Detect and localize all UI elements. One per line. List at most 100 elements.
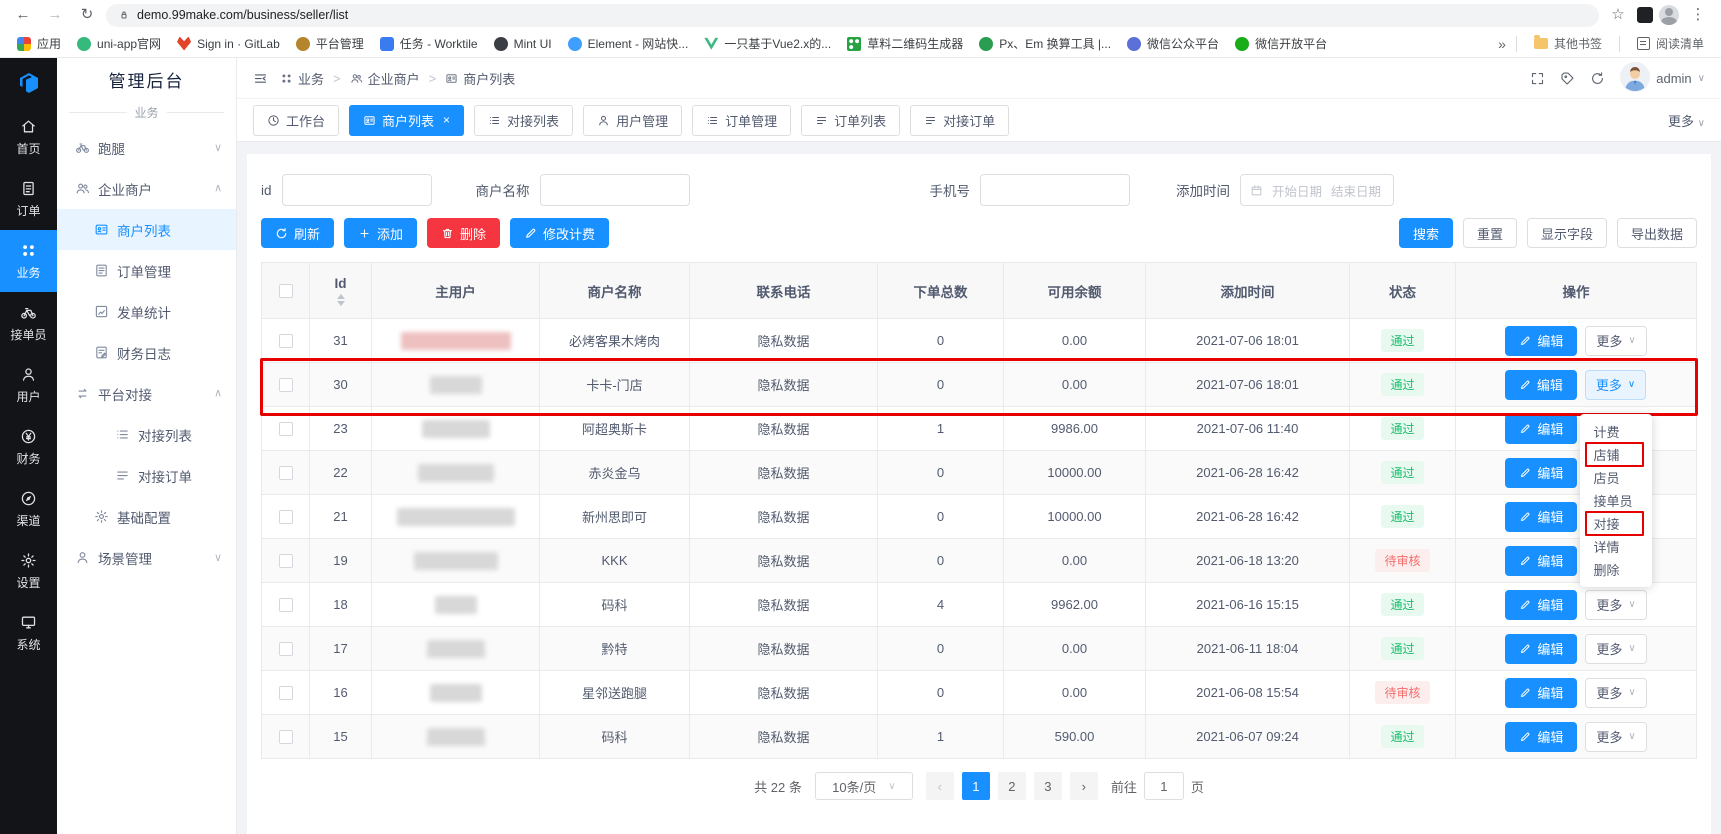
dropdown-item-courier[interactable]: 接单员 <box>1580 489 1652 512</box>
page-button-3[interactable]: 3 <box>1034 772 1062 800</box>
sidebar-item-platform-dock[interactable]: 平台对接∨ <box>57 373 236 414</box>
modify-billing-button[interactable]: 修改计费 <box>510 218 609 248</box>
edit-button[interactable]: 编辑 <box>1505 326 1577 356</box>
id-input[interactable] <box>282 174 432 206</box>
bookmarks-overflow-icon[interactable]: » <box>1498 36 1506 52</box>
merchant-name-input[interactable] <box>540 174 690 206</box>
bookmark-item[interactable]: uni-app官网 <box>70 32 168 55</box>
bookmark-item[interactable]: Mint UI <box>487 34 559 54</box>
row-checkbox[interactable] <box>279 598 293 612</box>
bookmark-item[interactable]: 平台管理 <box>289 32 371 55</box>
dropdown-item-clerk[interactable]: 店员 <box>1580 466 1652 489</box>
bookmark-item[interactable]: 任务 - Worktile <box>373 32 485 55</box>
edit-button[interactable]: 编辑 <box>1505 546 1577 576</box>
sidebar-item-dock-list[interactable]: 对接列表 <box>57 414 236 455</box>
edit-button[interactable]: 编辑 <box>1505 458 1577 488</box>
delete-button[interactable]: 删除 <box>427 218 500 248</box>
page-button-2[interactable]: 2 <box>998 772 1026 800</box>
breadcrumb-item[interactable]: 企业商户 <box>350 69 420 88</box>
sidebar-item-dispatch-stats[interactable]: 发单统计 <box>57 291 236 332</box>
tab-dock-orders[interactable]: 对接订单 <box>910 105 1009 136</box>
more-button[interactable]: 更多∨ <box>1585 370 1646 400</box>
row-checkbox[interactable] <box>279 686 293 700</box>
sort-icons[interactable] <box>337 294 345 306</box>
rail-item-system[interactable]: 系统 <box>0 602 57 664</box>
sidebar-item-errand[interactable]: 跑腿∨ <box>57 127 236 168</box>
page-button-1[interactable]: 1 <box>962 772 990 800</box>
tab-order-manage[interactable]: 订单管理 <box>692 105 791 136</box>
export-data-button[interactable]: 导出数据 <box>1617 218 1697 248</box>
rail-item-finance[interactable]: 财务 <box>0 416 57 478</box>
sidebar-item-finance-log[interactable]: 财务日志 <box>57 332 236 373</box>
more-button[interactable]: 更多∨ <box>1585 678 1646 708</box>
tab-order-list[interactable]: 订单列表 <box>801 105 900 136</box>
rail-item-couriers[interactable]: 接单员 <box>0 292 57 354</box>
edit-button[interactable]: 编辑 <box>1505 590 1577 620</box>
bookmark-item[interactable]: Sign in · GitLab <box>170 34 287 54</box>
browser-profile-icon[interactable] <box>1659 5 1679 25</box>
sidebar-item-dock-orders[interactable]: 对接订单 <box>57 455 236 496</box>
goto-page-input[interactable] <box>1144 772 1184 800</box>
bookmark-item[interactable]: 草料二维码生成器 <box>840 32 970 55</box>
phone-input[interactable] <box>980 174 1130 206</box>
more-button[interactable]: 更多∨ <box>1585 634 1646 664</box>
more-button[interactable]: 更多∨ <box>1585 326 1646 356</box>
dropdown-item-dock[interactable]: 对接 <box>1580 512 1652 535</box>
select-all-checkbox[interactable] <box>279 284 293 298</box>
forward-icon[interactable]: → <box>42 3 68 27</box>
menu-fold-icon[interactable] <box>253 71 268 86</box>
rail-item-home[interactable]: 首页 <box>0 106 57 168</box>
close-icon[interactable]: × <box>443 113 450 127</box>
rail-item-users[interactable]: 用户 <box>0 354 57 416</box>
breadcrumb-item[interactable]: 商户列表 <box>445 69 515 88</box>
row-checkbox[interactable] <box>279 334 293 348</box>
reading-list[interactable]: 阅读清单 <box>1630 32 1711 55</box>
dropdown-item-detail[interactable]: 详情 <box>1580 535 1652 558</box>
edit-button[interactable]: 编辑 <box>1505 722 1577 752</box>
rail-item-business[interactable]: 业务 <box>0 230 57 292</box>
browser-menu-icon[interactable]: ⋮ <box>1685 3 1711 27</box>
edit-button[interactable]: 编辑 <box>1505 502 1577 532</box>
bookmark-item[interactable]: 微信开放平台 <box>1228 32 1334 55</box>
refresh-button[interactable]: 刷新 <box>261 218 334 248</box>
dropdown-item-billing[interactable]: 计费 <box>1580 420 1652 443</box>
next-page-button[interactable]: › <box>1070 772 1098 800</box>
breadcrumb-item[interactable]: 业务 <box>280 69 324 88</box>
row-checkbox[interactable] <box>279 510 293 524</box>
bookmark-star-icon[interactable]: ☆ <box>1605 3 1631 27</box>
sidebar-item-base-config[interactable]: 基础配置 <box>57 496 236 537</box>
search-button[interactable]: 搜索 <box>1399 218 1453 248</box>
column-id[interactable]: Id <box>310 263 372 319</box>
more-button[interactable]: 更多∨ <box>1585 722 1646 752</box>
address-bar[interactable]: demo.99make.com/business/seller/list <box>106 4 1599 27</box>
dropdown-item-delete[interactable]: 删除 <box>1580 558 1652 581</box>
bookmark-item[interactable]: 微信公众平台 <box>1120 32 1226 55</box>
theme-skin-icon[interactable] <box>1560 71 1575 86</box>
prev-page-button[interactable]: ‹ <box>926 772 954 800</box>
date-range-picker[interactable]: 开始日期 结束日期 <box>1240 174 1394 206</box>
back-icon[interactable]: ← <box>10 3 36 27</box>
row-checkbox[interactable] <box>279 642 293 656</box>
user-menu[interactable]: admin ∨ <box>1620 62 1705 95</box>
bookmark-item[interactable]: 一只基于Vue2.x的... <box>697 32 838 55</box>
tab-dock-list[interactable]: 对接列表 <box>474 105 573 136</box>
tab-user-manage[interactable]: 用户管理 <box>583 105 682 136</box>
page-size-select[interactable]: 10条/页 ∨ <box>815 772 913 800</box>
rail-item-orders[interactable]: 订单 <box>0 168 57 230</box>
sidebar-item-order-manage[interactable]: 订单管理 <box>57 250 236 291</box>
refresh-page-icon[interactable] <box>1590 71 1605 86</box>
edit-button[interactable]: 编辑 <box>1505 634 1577 664</box>
row-checkbox[interactable] <box>279 422 293 436</box>
more-button[interactable]: 更多∨ <box>1585 590 1646 620</box>
show-fields-button[interactable]: 显示字段 <box>1527 218 1607 248</box>
sidebar-item-scene-manage[interactable]: 场景管理∨ <box>57 537 236 578</box>
tab-workbench[interactable]: 工作台 <box>253 105 339 136</box>
dropdown-item-shop[interactable]: 店铺 <box>1580 443 1652 466</box>
row-checkbox[interactable] <box>279 378 293 392</box>
tabs-more-button[interactable]: 更多 ∨ <box>1668 111 1705 130</box>
reload-icon[interactable]: ↻ <box>74 3 100 27</box>
other-bookmarks[interactable]: 其他书签 <box>1527 32 1609 55</box>
edit-button[interactable]: 编辑 <box>1505 678 1577 708</box>
reset-button[interactable]: 重置 <box>1463 218 1517 248</box>
row-checkbox[interactable] <box>279 730 293 744</box>
